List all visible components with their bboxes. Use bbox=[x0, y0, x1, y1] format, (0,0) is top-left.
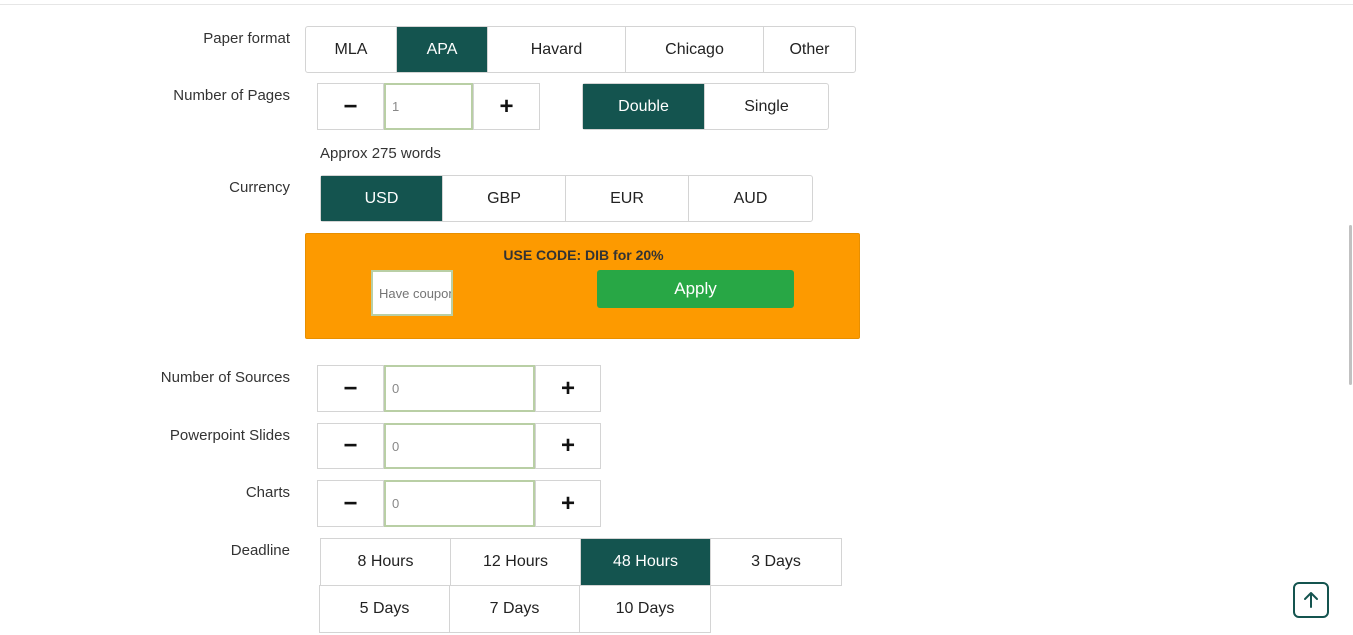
pages-stepper: − + bbox=[317, 83, 540, 130]
sources-input[interactable] bbox=[384, 365, 535, 412]
pages-input[interactable] bbox=[384, 83, 473, 130]
deadline-row-2: 5 Days 7 Days 10 Days bbox=[319, 585, 711, 633]
top-divider bbox=[0, 4, 1353, 5]
currency-selector: USD GBP EUR AUD bbox=[320, 175, 813, 222]
approx-words: Approx 275 words bbox=[320, 145, 441, 162]
paper-format-label: Paper format bbox=[203, 30, 290, 47]
deadline-48-hours[interactable]: 48 Hours bbox=[581, 539, 711, 585]
charts-decrement-button[interactable]: − bbox=[317, 480, 384, 527]
currency-usd[interactable]: USD bbox=[321, 176, 443, 221]
deadline-row-1: 8 Hours 12 Hours 48 Hours 3 Days bbox=[320, 538, 842, 586]
slides-increment-button[interactable]: + bbox=[535, 423, 601, 469]
scroll-to-top-button[interactable] bbox=[1293, 582, 1329, 618]
sources-decrement-button[interactable]: − bbox=[317, 365, 384, 412]
pages-decrement-button[interactable]: − bbox=[317, 83, 384, 130]
charts-stepper: − + bbox=[317, 480, 601, 527]
sources-increment-button[interactable]: + bbox=[535, 365, 601, 412]
currency-eur[interactable]: EUR bbox=[566, 176, 689, 221]
pages-increment-button[interactable]: + bbox=[473, 83, 540, 130]
paper-format-other[interactable]: Other bbox=[764, 27, 855, 72]
currency-gbp[interactable]: GBP bbox=[443, 176, 566, 221]
paper-format-mla[interactable]: MLA bbox=[306, 27, 397, 72]
pages-label: Number of Pages bbox=[173, 87, 290, 104]
deadline-label: Deadline bbox=[230, 542, 290, 559]
spacing-single[interactable]: Single bbox=[705, 84, 828, 129]
slides-stepper: − + bbox=[317, 423, 601, 469]
charts-increment-button[interactable]: + bbox=[535, 480, 601, 527]
slides-decrement-button[interactable]: − bbox=[317, 423, 384, 469]
spacing-double[interactable]: Double bbox=[583, 84, 705, 129]
deadline-12-hours[interactable]: 12 Hours bbox=[451, 539, 581, 585]
paper-format-havard[interactable]: Havard bbox=[488, 27, 626, 72]
coupon-code-text: USE CODE: DIB for 20% bbox=[503, 247, 664, 263]
currency-aud[interactable]: AUD bbox=[689, 176, 812, 221]
paper-format-selector: MLA APA Havard Chicago Other bbox=[305, 26, 856, 73]
coupon-input[interactable] bbox=[371, 270, 453, 316]
apply-button[interactable]: Apply bbox=[597, 270, 794, 308]
slides-input[interactable] bbox=[384, 423, 535, 469]
coupon-panel: USE CODE: DIB for 20% Apply bbox=[305, 233, 860, 339]
spacing-selector: Double Single bbox=[582, 83, 829, 130]
deadline-10-days[interactable]: 10 Days bbox=[580, 586, 710, 632]
charts-input[interactable] bbox=[384, 480, 535, 527]
deadline-7-days[interactable]: 7 Days bbox=[450, 586, 580, 632]
sources-label: Number of Sources bbox=[160, 369, 290, 386]
arrow-up-icon bbox=[1304, 592, 1318, 608]
deadline-3-days[interactable]: 3 Days bbox=[711, 539, 841, 585]
currency-label: Currency bbox=[229, 179, 290, 196]
deadline-5-days[interactable]: 5 Days bbox=[320, 586, 450, 632]
paper-format-apa[interactable]: APA bbox=[397, 27, 488, 72]
charts-label: Charts bbox=[245, 484, 290, 501]
page-scrollbar[interactable] bbox=[1349, 225, 1352, 385]
paper-format-chicago[interactable]: Chicago bbox=[626, 27, 764, 72]
sources-stepper: − + bbox=[317, 365, 601, 412]
slides-label: Powerpoint Slides bbox=[169, 427, 290, 444]
deadline-8-hours[interactable]: 8 Hours bbox=[321, 539, 451, 585]
